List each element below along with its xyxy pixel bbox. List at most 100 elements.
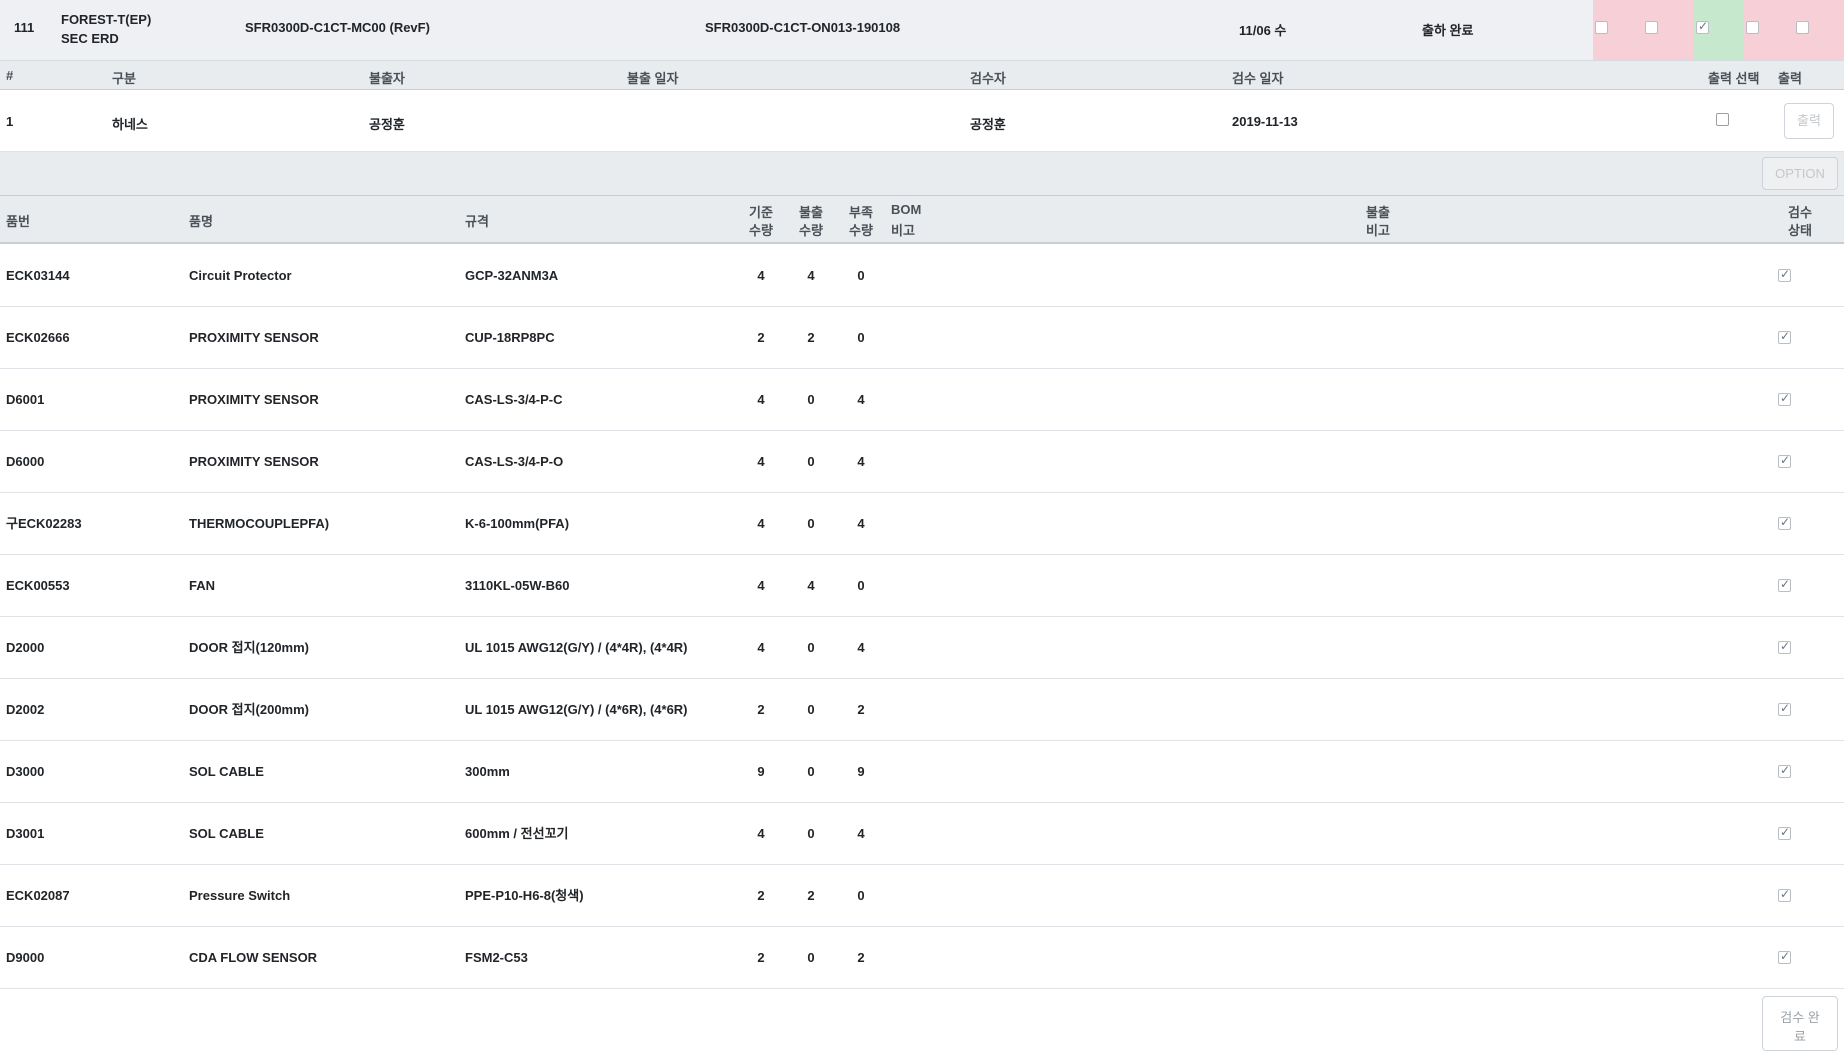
item-std-qty: 9 [757,764,765,779]
issue-table-header: # 구분 불출자 불출 일자 검수자 검수 일자 출력 선택 출력 [0,61,1844,90]
item-short-qty: 0 [857,578,865,593]
customer-site: SEC ERD [61,31,119,46]
inspect-status-checkbox[interactable] [1778,391,1791,406]
inspect-status-checkbox[interactable] [1778,515,1791,530]
step-checkbox-2[interactable] [1645,21,1658,34]
item-std-qty: 4 [757,268,765,283]
item-part-name: PROXIMITY SENSOR [189,330,319,345]
item-part-no: D6000 [6,454,45,469]
inspect-status-checkbox[interactable] [1778,639,1791,654]
item-part-name: SOL CABLE [189,826,264,841]
step-checkbox-1[interactable] [1595,21,1608,34]
inspect-status-checkbox[interactable] [1778,825,1791,840]
item-issue-qty: 0 [807,826,815,841]
item-row[interactable]: ECK03144 Circuit Protector GCP-32ANM3A 4 4 0 [0,245,1844,307]
item-part-no: 구ECK02283 [6,516,82,531]
item-part-no: ECK00553 [6,578,70,593]
order-row[interactable]: 111 FOREST-T(EP) SEC ERD SFR0300D-C1CT-M… [0,0,1844,61]
order-number: 111 [14,20,35,35]
step-cell-pink [1593,0,1694,60]
item-std-qty: 2 [757,330,765,345]
item-row[interactable]: D6001 PROXIMITY SENSOR CAS-LS-3/4-P-C 4 0 4 [0,369,1844,431]
item-row[interactable]: ECK02087 Pressure Switch PPE-P10-H6-8(청색) 2… [0,865,1844,927]
col-inspect-status-line2: 상태 [1788,223,1812,238]
item-row[interactable]: D3000 SOL CABLE 300mm 9 0 9 [0,741,1844,803]
inspect-status-checkbox[interactable] [1778,701,1791,716]
item-row[interactable]: D6000 PROXIMITY SENSOR CAS-LS-3/4-P-O 4 0 4 [0,431,1844,493]
item-part-no: D3001 [6,826,45,841]
item-part-name: PROXIMITY SENSOR [189,392,319,407]
col-category: 구분 [112,71,136,86]
item-std-qty: 2 [757,702,765,717]
item-short-qty: 4 [857,640,865,655]
item-spec: UL 1015 AWG12(G/Y) / (4*4R), (4*4R) [465,640,688,655]
col-bom-note-line1: BOM [891,202,922,217]
item-row[interactable]: D3001 SOL CABLE 600mm / 전선꼬기 4 0 4 [0,803,1844,865]
inspect-status-checkbox[interactable] [1778,329,1791,344]
col-inspect-status-line1: 검수 [1788,205,1812,220]
item-row[interactable]: D2002 DOOR 접지(200mm) UL 1015 AWG12(G/Y) / … [0,679,1844,741]
col-short-qty-line1: 부족 [849,205,873,220]
item-short-qty: 0 [857,330,865,345]
item-row[interactable]: ECK00553 FAN 3110KL-05W-B60 4 4 0 [0,555,1844,617]
item-std-qty: 4 [757,826,765,841]
item-part-name: PROXIMITY SENSOR [189,454,319,469]
item-short-qty: 0 [857,888,865,903]
issue-row[interactable]: 1 하네스 공정훈 공정훈 2019-11-13 출력 [0,90,1844,152]
issue-inspect-date: 2019-11-13 [1232,114,1298,129]
col-inspector: 검수자 [970,71,1006,86]
item-row[interactable]: D9000 CDA FLOW SENSOR FSM2-C53 2 0 2 [0,927,1844,989]
item-short-qty: 2 [857,702,865,717]
item-std-qty: 4 [757,392,765,407]
item-part-name: Pressure Switch [189,888,291,903]
item-spec: CUP-18RP8PC [465,330,555,345]
item-part-name: Circuit Protector [189,268,292,283]
item-part-name: DOOR 접지(200mm) [189,702,309,717]
item-short-qty: 4 [857,392,865,407]
items-table-header: 품번 품명 규격 기준 수량 불출 수량 부족 수량 BOM 비고 불출 비고 … [0,196,1844,244]
item-row[interactable]: ECK02666 PROXIMITY SENSOR CUP-18RP8PC 2 2 0 [0,307,1844,369]
item-part-no: D6001 [6,392,45,407]
option-button[interactable]: OPTION [1762,157,1838,190]
col-issue-note-line2: 비고 [1366,223,1390,238]
inspect-status-checkbox[interactable] [1778,267,1791,282]
order-status: 출하 완료 [1422,23,1474,38]
item-issue-qty: 0 [807,702,815,717]
inspect-status-checkbox[interactable] [1778,949,1791,964]
col-inspect-date: 검수 일자 [1232,71,1284,86]
step-checkbox-3[interactable] [1696,19,1709,34]
item-issue-qty: 0 [807,516,815,531]
item-spec: 300mm [465,764,510,779]
item-spec: K-6-100mm(PFA) [465,516,570,531]
col-spec: 규격 [465,214,489,229]
option-bar: OPTION [0,152,1844,196]
col-std-qty-line2: 수량 [749,223,773,238]
inspect-status-checkbox[interactable] [1778,763,1791,778]
inspect-complete-label-line1: 검수 완 [1780,1009,1820,1025]
item-std-qty: 2 [757,888,765,903]
inspect-complete-button[interactable]: 검수 완 료 [1762,996,1838,1051]
col-bom-note-line2: 비고 [891,223,915,238]
inspect-status-checkbox[interactable] [1778,577,1791,592]
order-date: 11/06 수 [1239,23,1287,38]
issue-issuer: 공정훈 [369,117,405,132]
col-std-qty-line1: 기준 [749,205,773,220]
item-part-name: FAN [189,578,215,593]
item-row[interactable]: 구ECK02283 THERMOCOUPLEPFA) K-6-100mm(PFA) 4… [0,493,1844,555]
inspect-status-checkbox[interactable] [1778,453,1791,468]
print-button[interactable]: 출력 [1784,103,1834,139]
item-row[interactable]: D2000 DOOR 접지(120mm) UL 1015 AWG12(G/Y) / … [0,617,1844,679]
inspect-status-checkbox[interactable] [1778,887,1791,902]
col-part-no: 품번 [6,214,30,229]
col-part-name: 품명 [189,214,213,229]
col-print-select: 출력 선택 [1708,71,1760,86]
item-short-qty: 4 [857,516,865,531]
item-issue-qty: 4 [807,578,815,593]
item-part-name: DOOR 접지(120mm) [189,640,309,655]
item-issue-qty: 0 [807,764,815,779]
col-issue-note-line1: 불출 [1366,205,1390,220]
item-short-qty: 2 [857,950,865,965]
print-select-checkbox[interactable] [1716,113,1729,126]
step-checkbox-4[interactable] [1746,21,1759,34]
step-checkbox-5[interactable] [1796,21,1809,34]
